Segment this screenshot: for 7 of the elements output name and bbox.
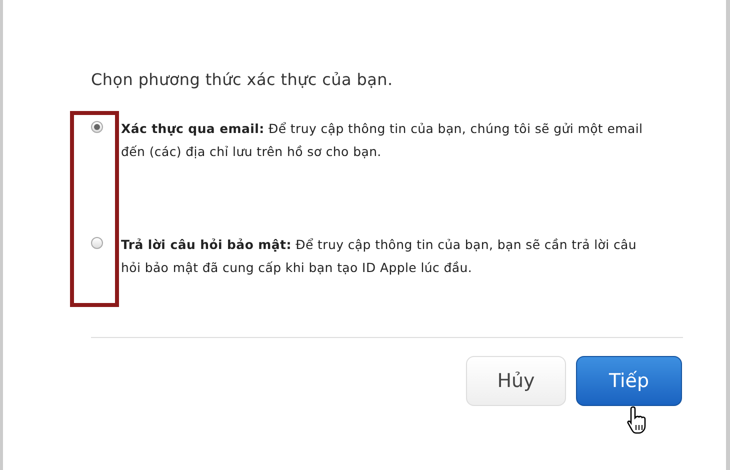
heading: Chọn phương thức xác thực của bạn. xyxy=(91,70,394,89)
next-button[interactable]: Tiếp xyxy=(576,356,682,406)
cancel-button[interactable]: Hủy xyxy=(466,356,566,406)
radio-button[interactable] xyxy=(91,237,103,249)
option-description: Trả lời câu hỏi bảo mật: Để truy cập thông tin của bạn, bạn sẽ cần trả lời câu hỏi bảo mật đã cung cấp khi bạn tạo ID Apple lúc đầu. xyxy=(121,236,638,277)
option-description: Xác thực qua email: Để truy cập thông tin của bạn, chúng tôi sẽ gửi một email đến (các) địa chỉ lưu trên hồ sơ cho bạn. xyxy=(121,120,644,161)
radio-button[interactable] xyxy=(91,121,103,133)
